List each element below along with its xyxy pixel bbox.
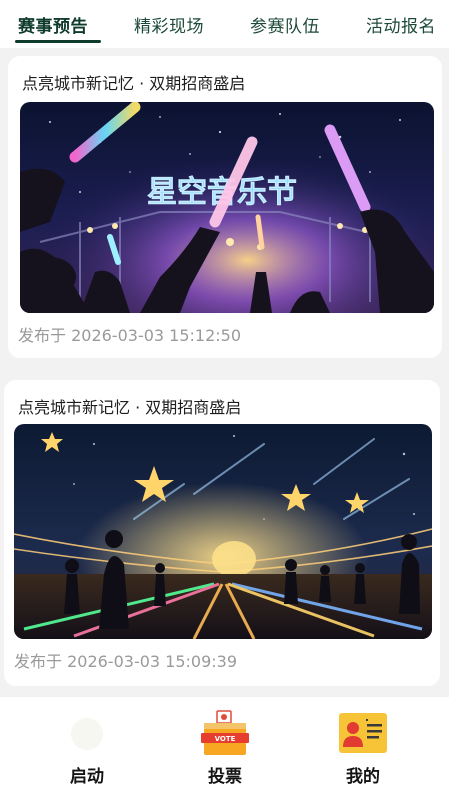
vote-icon-text: VOTE — [215, 735, 236, 743]
nav-vote[interactable]: VOTE 投票 — [170, 697, 280, 800]
post-card[interactable]: 点亮城市新记忆 · 双期招商盛启 — [4, 380, 440, 686]
post-image[interactable] — [14, 424, 432, 639]
post-card[interactable]: 点亮城市新记忆 · 双期招商盛启 — [8, 56, 442, 358]
post-publish-date: 发布于 2026-03-03 15:09:39 — [14, 652, 238, 671]
bottom-navigation: 启动 VOTE 投票 我的 — [0, 697, 449, 800]
nav-profile[interactable]: 我的 — [308, 697, 418, 800]
tab-teams[interactable]: 参赛队伍 — [250, 12, 320, 37]
launch-icon — [71, 718, 103, 750]
post-title: 点亮城市新记忆 · 双期招商盛启 — [22, 74, 246, 93]
post-publish-date: 发布于 2026-03-03 15:12:50 — [18, 326, 242, 345]
tab-registration[interactable]: 活动报名 — [366, 12, 436, 37]
tab-highlights[interactable]: 精彩现场 — [134, 12, 204, 37]
tab-bar: 赛事预告 精彩现场 参赛队伍 活动报名 — [0, 0, 449, 48]
profile-card-icon — [339, 713, 387, 753]
tab-event-preview[interactable]: 赛事预告 — [18, 12, 88, 37]
nav-launch-label: 启动 — [70, 767, 104, 787]
nav-vote-label: 投票 — [208, 767, 242, 787]
active-tab-indicator — [15, 40, 101, 43]
post-image[interactable]: 星空音乐节 — [20, 102, 434, 313]
vote-box-icon: VOTE — [201, 710, 249, 755]
nav-profile-label: 我的 — [346, 767, 380, 787]
nav-launch[interactable]: 启动 — [32, 697, 142, 800]
post-title: 点亮城市新记忆 · 双期招商盛启 — [18, 398, 242, 417]
